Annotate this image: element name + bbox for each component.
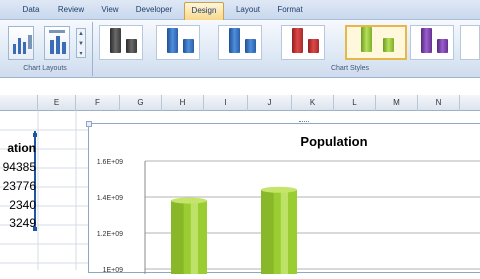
tab-data[interactable]: Data — [16, 2, 46, 20]
tab-developer[interactable]: Developer — [130, 2, 178, 20]
cell-value-4[interactable]: 3249 — [0, 216, 36, 230]
tab-review[interactable]: Review — [52, 2, 90, 20]
chart-area[interactable]: Population 1.6E+09 1.4E+09 1.2E+09 1E+09 — [86, 121, 480, 274]
cell-header-population[interactable]: ation — [0, 141, 36, 155]
chart-style-6[interactable] — [410, 25, 454, 60]
tab-view[interactable]: View — [96, 2, 124, 20]
ribbon: ▲ ▼ ▾ Chart Layouts Chart Styles — [0, 20, 480, 78]
cell-value-3[interactable]: 2340 — [0, 198, 36, 212]
tab-layout[interactable]: Layout — [230, 2, 266, 20]
cell-value-1[interactable]: 94385 — [0, 160, 36, 174]
y-tick-label: 1.2E+09 — [97, 231, 123, 238]
chart-style-3[interactable] — [218, 25, 262, 60]
chart-layout-1-thumb[interactable] — [8, 26, 34, 60]
ribbon-tabs: Data Review View Developer Design Layout… — [0, 0, 480, 20]
range-handle-bottom[interactable] — [33, 227, 37, 231]
chart-resize-handle[interactable] — [86, 121, 92, 127]
y-tick-label: 1.4E+09 — [97, 195, 123, 202]
chart-layouts-group-label: Chart Layouts — [23, 65, 67, 72]
chart-style-7[interactable] — [460, 25, 480, 60]
chart-layouts-more-icon[interactable]: ▲ ▼ ▾ — [76, 28, 86, 58]
bar-shade — [171, 200, 184, 274]
chart-layout-2-thumb[interactable] — [44, 26, 70, 60]
chart-style-1[interactable] — [99, 25, 143, 60]
chart-style-2[interactable] — [156, 25, 200, 60]
y-tick-label: 1.6E+09 — [97, 159, 123, 166]
group-separator — [92, 22, 93, 76]
chart-title: Population — [300, 134, 367, 149]
chart-style-5-selected[interactable] — [345, 25, 407, 60]
chart-style-4[interactable] — [281, 25, 325, 60]
y-tick-label: 1E+09 — [103, 267, 124, 274]
bar-shade — [261, 189, 274, 274]
tab-design[interactable]: Design — [184, 2, 224, 20]
bar-top — [261, 186, 297, 193]
cell-value-2[interactable]: 23776 — [0, 179, 36, 193]
chart-svg: Population 1.6E+09 1.4E+09 1.2E+09 1E+09 — [97, 134, 480, 274]
chart-resize-handle-top[interactable] — [299, 121, 309, 126]
bar-highlight — [190, 200, 198, 274]
chart-styles-group-label: Chart Styles — [330, 65, 370, 72]
bar-top — [171, 197, 207, 204]
tab-format[interactable]: Format — [272, 2, 308, 20]
bar-highlight — [280, 189, 288, 274]
range-handle-top[interactable] — [33, 133, 37, 137]
